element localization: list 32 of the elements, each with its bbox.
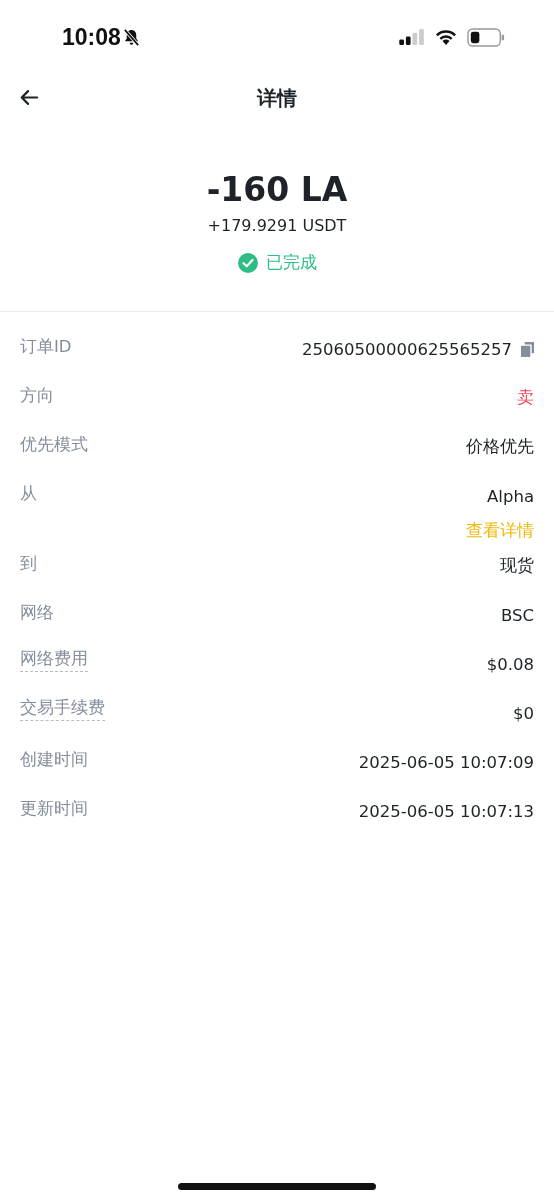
field-value: $0 xyxy=(513,703,534,723)
wifi-icon xyxy=(434,28,458,46)
field-value: 2025-06-05 10:07:13 xyxy=(358,801,534,821)
received-amount: +179.9291 USDT xyxy=(207,215,347,237)
field-label: 订单ID xyxy=(20,336,72,358)
field-label: 交易手续费 xyxy=(20,696,105,721)
field-label: 网络费用 xyxy=(20,647,88,672)
amount-text: -160 LA xyxy=(206,169,348,211)
status-time: 10:08 xyxy=(62,23,121,51)
signal-icon xyxy=(399,28,426,46)
page-title: 详情 xyxy=(257,84,297,112)
field-label: 网络 xyxy=(20,602,54,624)
field-value: 25060500000625565257 xyxy=(302,339,512,359)
field-label: 优先模式 xyxy=(20,434,88,456)
back-arrow-icon[interactable] xyxy=(19,89,39,106)
battery-icon xyxy=(466,27,506,47)
field-label: 从 xyxy=(20,483,37,505)
field-value: 价格优先 xyxy=(466,436,534,458)
field-label: 方向 xyxy=(20,385,54,407)
field-value: 卖 xyxy=(517,387,534,409)
copy-icon[interactable] xyxy=(521,341,534,357)
field-label: 创建时间 xyxy=(20,749,88,771)
field-label: 更新时间 xyxy=(20,798,88,820)
field-value: $0.08 xyxy=(486,654,534,674)
field-value: Alpha xyxy=(487,486,534,506)
field-value: BSC xyxy=(500,605,534,625)
field-label: 到 xyxy=(20,553,37,575)
check-circle-icon xyxy=(237,252,258,273)
field-value: 现货 xyxy=(500,555,534,577)
status-text: 已完成 xyxy=(265,251,317,274)
field-value: 2025-06-05 10:07:09 xyxy=(358,752,534,772)
view-details-link[interactable]: 查看详情 xyxy=(466,519,534,543)
